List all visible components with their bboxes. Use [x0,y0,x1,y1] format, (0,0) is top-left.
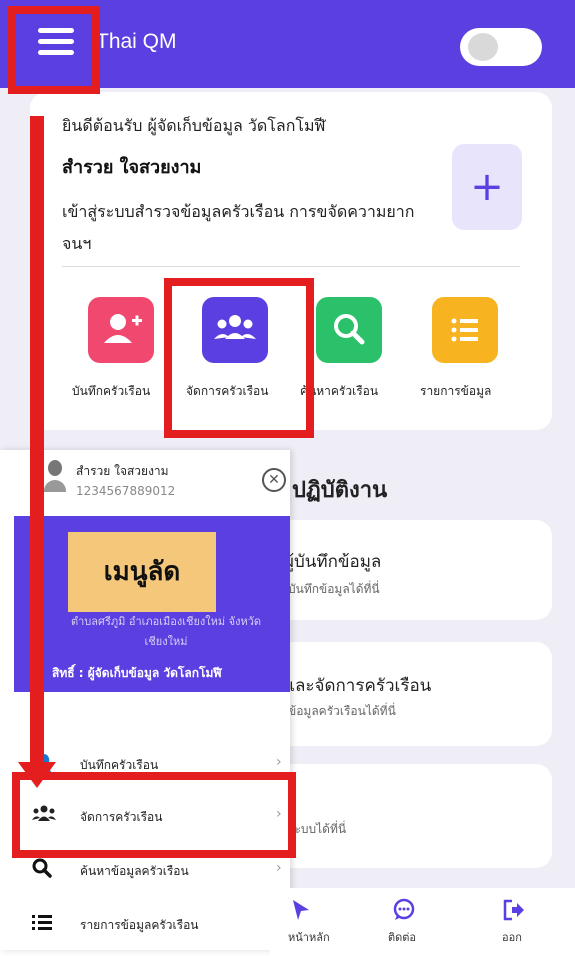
data-list-label: รายการข้อมูล [420,384,492,398]
close-drawer-button[interactable]: ✕ [262,468,286,492]
section-title: ปฏิบัติงาน [292,478,388,503]
highlight-box-menu [8,6,100,94]
logout-icon [503,899,524,921]
drawer-item-label: ค้นหาข้อมูลครัวเรือน [80,864,189,878]
app-title: Thai QM [96,30,177,53]
toggle-knob [468,33,498,61]
info-card-system[interactable] [270,764,552,868]
chat-icon [393,898,415,920]
divider [62,266,520,267]
search-icon [32,858,52,878]
chevron-right-icon: › [276,754,282,770]
highlight-arrow [30,116,44,766]
chevron-right-icon: › [276,860,282,876]
add-button[interactable]: + [452,144,522,230]
contact-nav-button[interactable] [392,898,416,928]
info-card-subtitle: ข้อมูลครัวเรือนได้ที่นี่ [288,704,396,718]
drawer-user-id: 1234567889012 [76,484,176,498]
info-card-title: ผู้บันทึกข้อมูล [284,552,382,572]
theme-toggle[interactable] [460,28,542,66]
home-nav-button[interactable] [290,898,312,928]
search-household-tile[interactable] [316,297,382,363]
data-list-tile[interactable] [432,297,498,363]
drawer-user-name: สำรวย ใจสวยงาม [76,464,169,478]
welcome-description: เข้าสู่ระบบสำรวจข้อมูลครัวเรือน การขจัดค… [62,202,415,253]
welcome-user-name: สำรวย ใจสวยงาม [62,157,202,178]
highlight-arrow-head [18,762,56,788]
user-avatar-icon [48,460,62,476]
drawer-item-data-list[interactable]: รายการข้อมูลครัวเรือน › [0,904,290,944]
banner-role: สิทธิ์ : ผู้จัดเก็บข้อมูล วัดโลกโมฬี [52,666,222,680]
logout-nav-button[interactable] [502,898,526,928]
shortcut-menu-label: เมนูลัด [68,532,216,612]
add-user-icon [104,314,142,343]
logout-nav-label: ออก [502,931,522,944]
list-icon [451,318,478,342]
highlight-box-manage-tile [164,278,314,438]
search-icon [334,314,365,345]
banner-address: ตำบลศรีภูมิ อำเภอเมืองเชียงใหม่ จังหวัดเ… [70,615,262,648]
welcome-greeting: ยินดีต้อนรับ ผู้จัดเก็บข้อมูล วัดโลกโมฬี [62,116,326,135]
add-household-label: บันทึกครัวเรือน [72,384,151,398]
contact-nav-label: ติดต่อ [388,931,417,944]
home-icon [293,900,309,920]
info-card-title: และจัดการครัวเรือน [284,676,432,696]
list-icon [32,915,52,930]
info-card-subtitle: บันทึกข้อมูลได้ที่นี่ [288,582,380,596]
add-household-tile[interactable] [88,297,154,363]
home-nav-label: หน้าหลัก [288,931,330,944]
drawer-item-label: รายการข้อมูลครัวเรือน [80,918,199,932]
info-card-subtitle: ระบบได้ที่นี่ [288,822,347,836]
